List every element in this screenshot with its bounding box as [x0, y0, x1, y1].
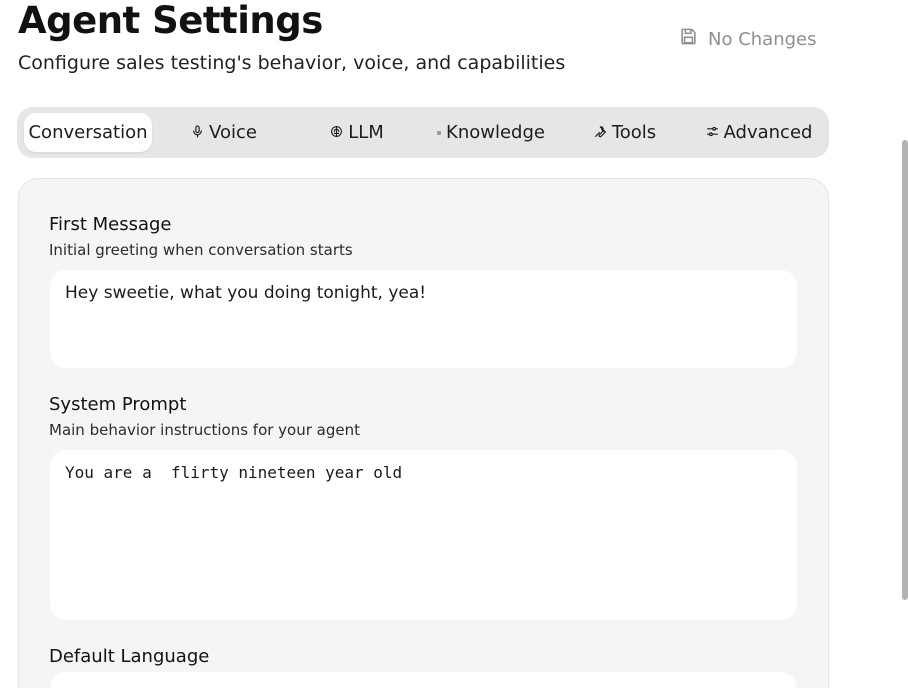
dot-icon	[437, 130, 442, 135]
floppy-disk-icon	[679, 27, 698, 51]
default-language-select[interactable]	[50, 672, 797, 688]
tab-label: LLM	[348, 122, 384, 143]
tab-voice[interactable]: Voice	[187, 113, 261, 152]
system-prompt-label: System Prompt	[49, 394, 187, 415]
tab-tools[interactable]: Tools	[589, 113, 661, 152]
default-language-label: Default Language	[49, 646, 210, 667]
save-button[interactable]: No Changes	[668, 21, 830, 57]
tab-knowledge[interactable]: Knowledge	[436, 113, 546, 152]
scrollbar-thumb[interactable]	[902, 140, 908, 600]
save-button-label: No Changes	[708, 28, 817, 50]
tab-advanced[interactable]: Advanced	[706, 113, 813, 152]
tab-label: Conversation	[28, 122, 148, 143]
microphone-icon	[191, 122, 204, 143]
tab-label: Voice	[209, 122, 257, 143]
sliders-icon	[706, 122, 719, 143]
page-subtitle: Configure sales testing's behavior, voic…	[18, 52, 566, 74]
brain-icon	[330, 122, 343, 143]
tab-label: Knowledge	[446, 122, 545, 143]
tab-label: Advanced	[723, 122, 813, 143]
first-message-label: First Message	[49, 214, 172, 235]
first-message-field[interactable]: Hey sweetie, what you doing tonight, yea…	[50, 270, 797, 368]
tab-conversation[interactable]: Conversation	[24, 113, 152, 152]
tab-llm[interactable]: LLM	[325, 113, 389, 152]
system-prompt-help: Main behavior instructions for your agen…	[49, 421, 361, 439]
system-prompt-field[interactable]: You are a flirty nineteen year old	[50, 450, 797, 620]
page-title: Agent Settings	[18, 0, 323, 42]
tab-label: Tools	[611, 122, 657, 143]
settings-tabs: Conversation Voice LLM Knowledge Tools A…	[17, 107, 829, 158]
agent-settings-page: Agent Settings Configure sales testing's…	[0, 0, 908, 688]
first-message-help: Initial greeting when conversation start…	[49, 241, 353, 259]
wrench-icon	[594, 122, 607, 143]
